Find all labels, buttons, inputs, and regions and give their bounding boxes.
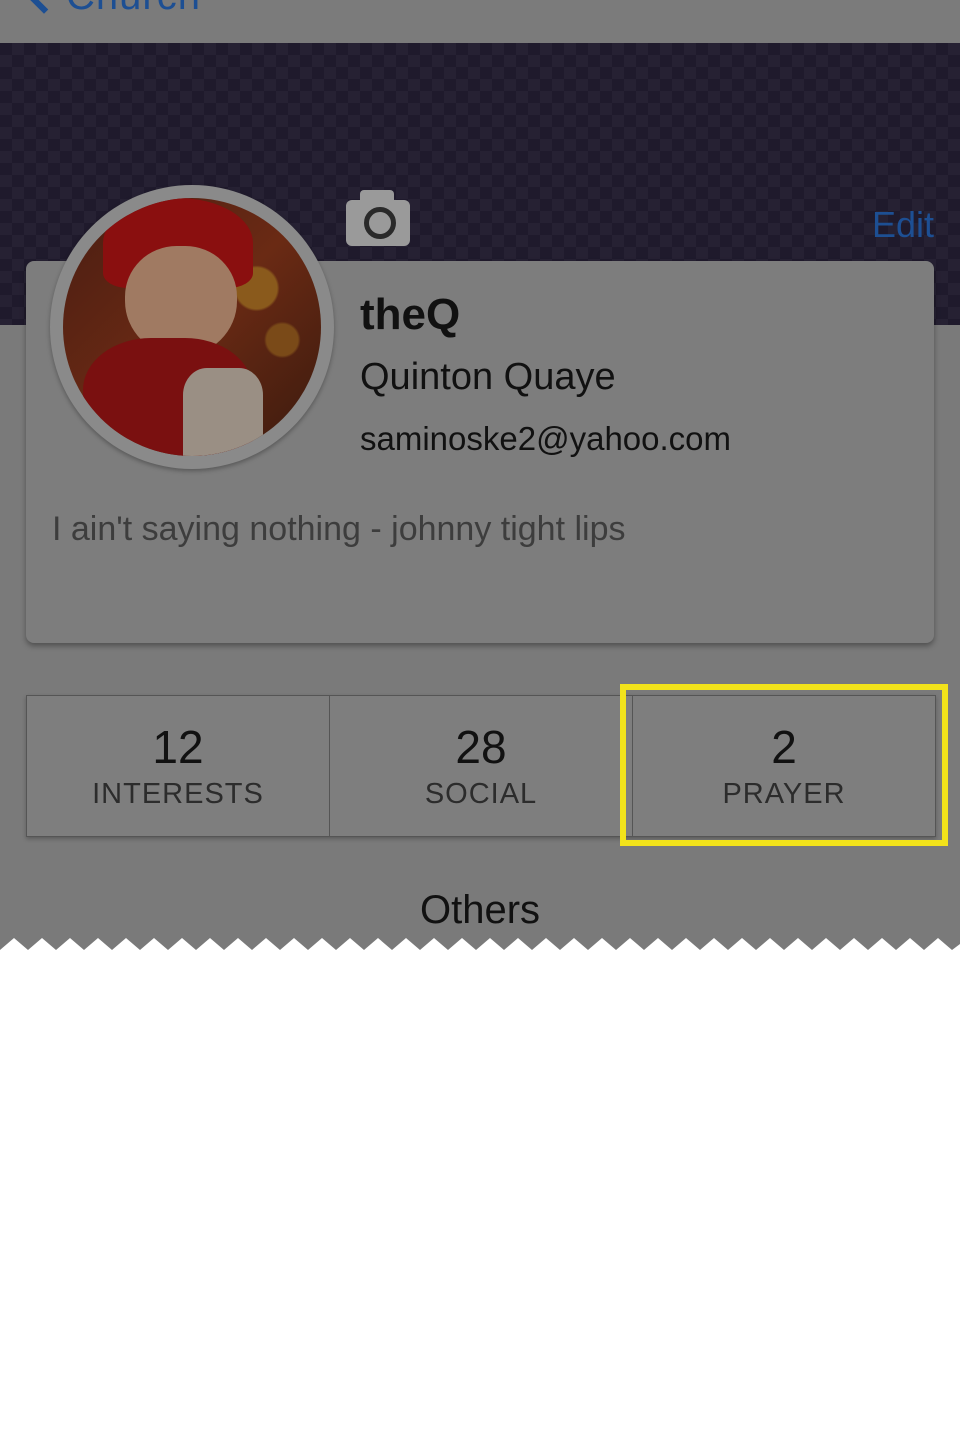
stat-social[interactable]: 28 SOCIAL <box>330 696 633 836</box>
email: saminoske2@yahoo.com <box>360 420 732 457</box>
avatar[interactable] <box>50 185 334 469</box>
stat-count: 2 <box>771 721 797 773</box>
stat-count: 28 <box>455 721 507 773</box>
stat-label: PRAYER <box>722 778 846 810</box>
navigation-bar: Church <box>0 0 960 44</box>
avatar-photo <box>63 198 321 456</box>
stat-interests[interactable]: 12 INTERESTS <box>27 696 330 836</box>
stat-label: INTERESTS <box>92 778 264 810</box>
stat-prayer[interactable]: 2 PRAYER <box>633 696 935 836</box>
full-name: Quinton Quaye <box>360 356 616 398</box>
camera-lens <box>364 207 396 239</box>
status-message: I ain't saying nothing - johnny tight li… <box>52 510 626 548</box>
avatar-shirt <box>183 368 263 456</box>
profile-screen: Church Edit theQ Quinton Quaye saminoske… <box>0 0 960 960</box>
back-chevron-icon[interactable] <box>24 0 64 14</box>
edit-button[interactable]: Edit <box>872 204 934 246</box>
stats-bar: 12 INTERESTS 28 SOCIAL 2 PRAYER <box>26 695 936 837</box>
camera-icon[interactable] <box>346 190 412 248</box>
back-button[interactable]: Church <box>66 0 201 19</box>
stat-count: 12 <box>152 721 204 773</box>
stat-label: SOCIAL <box>424 778 538 810</box>
username: theQ <box>360 290 461 339</box>
torn-edge <box>0 938 960 970</box>
others-section-title: Others <box>419 888 541 932</box>
